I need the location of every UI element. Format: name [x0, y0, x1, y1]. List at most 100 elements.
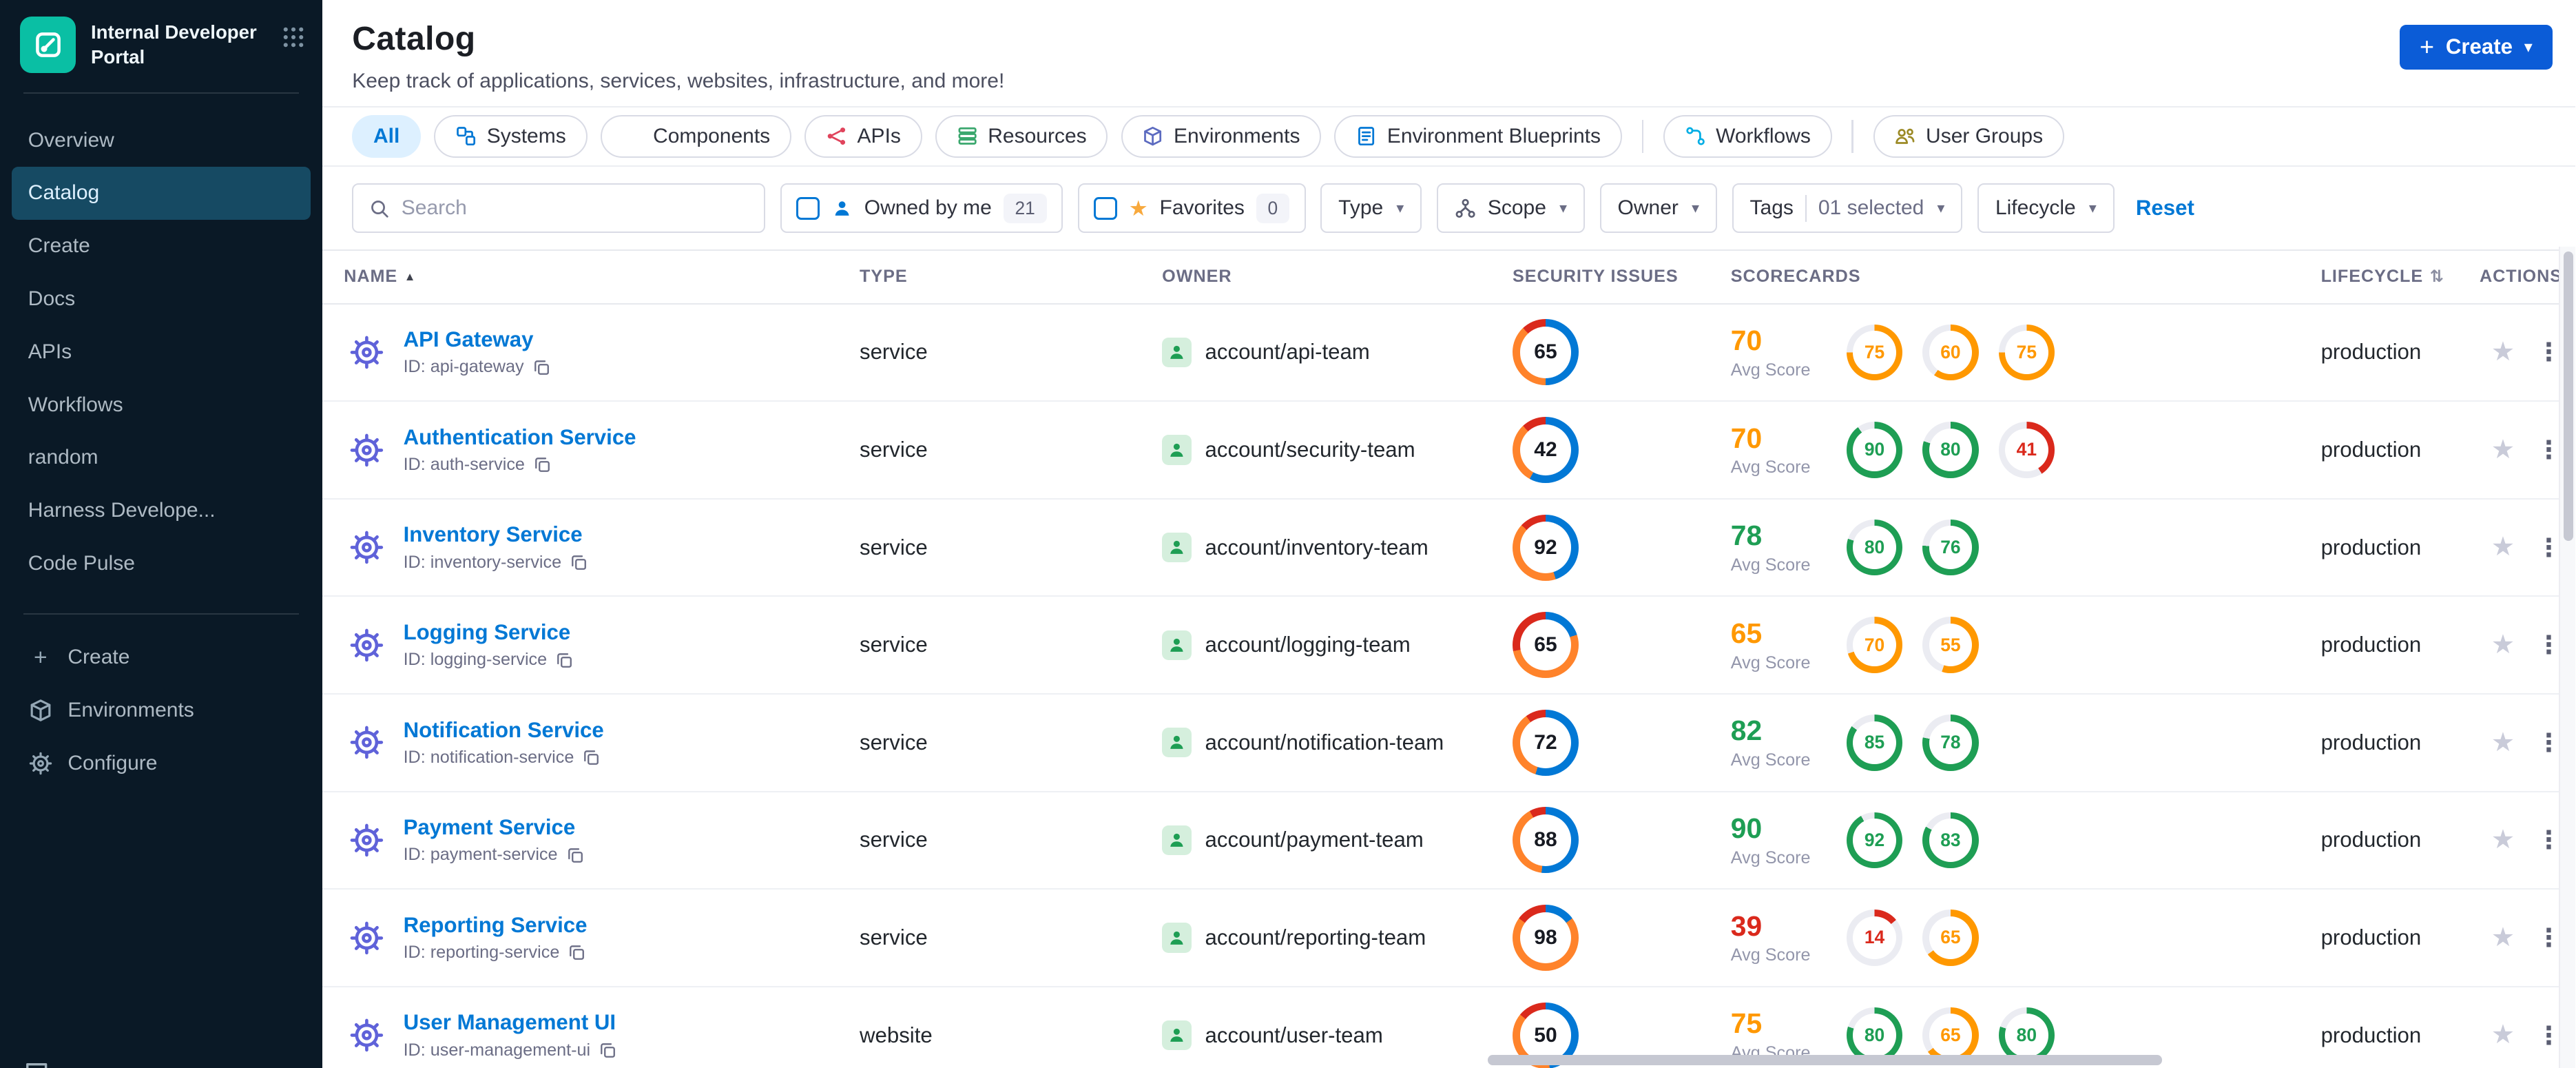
filter-lifecycle-dropdown[interactable]: Lifecycle ▾ [1977, 183, 2115, 234]
security-issues-donut[interactable]: 65 [1512, 612, 1579, 679]
owner-name[interactable]: account/api-team [1205, 340, 1370, 364]
tab-systems[interactable]: Systems [434, 114, 588, 158]
owner-name[interactable]: account/security-team [1205, 438, 1415, 462]
sidebar-item-workflows[interactable]: Workflows [12, 378, 311, 431]
scorecard-ring[interactable]: 90 [1846, 422, 1903, 478]
filter-type-dropdown[interactable]: Type ▾ [1320, 183, 1422, 234]
scorecard-ring[interactable]: 60 [1922, 324, 1979, 381]
owner-name[interactable]: account/notification-team [1205, 730, 1444, 755]
scorecard-ring[interactable]: 92 [1846, 812, 1903, 869]
column-header-name[interactable]: NAME ▲ [344, 267, 860, 287]
search-input[interactable] [401, 196, 749, 220]
filter-tags-dropdown[interactable]: Tags 01 selected ▾ [1732, 183, 1963, 234]
favorite-star-button[interactable]: ★ [2491, 631, 2515, 658]
scorecard-ring[interactable]: 80 [1846, 519, 1903, 576]
sidebar-item-docs[interactable]: Docs [12, 273, 311, 326]
entity-name-link[interactable]: Logging Service [404, 620, 574, 645]
owner-name[interactable]: account/user-team [1205, 1023, 1383, 1048]
scorecard-ring[interactable]: 55 [1922, 617, 1979, 673]
row-menu-kebab-icon[interactable]: ⋮ [2536, 633, 2561, 657]
scorecard-ring[interactable]: 70 [1846, 617, 1903, 673]
row-menu-kebab-icon[interactable]: ⋮ [2536, 828, 2561, 852]
security-issues-donut[interactable]: 92 [1512, 514, 1579, 581]
scorecard-ring[interactable]: 75 [1846, 324, 1903, 381]
filter-owner-dropdown[interactable]: Owner ▾ [1599, 183, 1717, 234]
copy-icon[interactable] [566, 846, 584, 864]
favorite-star-button[interactable]: ★ [2491, 924, 2515, 951]
apps-grid-icon[interactable] [281, 25, 306, 50]
tab-user-groups[interactable]: User Groups [1873, 114, 2064, 158]
row-menu-kebab-icon[interactable]: ⋮ [2536, 437, 2561, 462]
favorite-star-button[interactable]: ★ [2491, 436, 2515, 463]
copy-icon[interactable] [599, 1041, 616, 1059]
sidebar-item-catalog[interactable]: Catalog [11, 166, 311, 220]
security-issues-donut[interactable]: 98 [1512, 904, 1579, 971]
entity-name-link[interactable]: Authentication Service [404, 425, 636, 450]
row-menu-kebab-icon[interactable]: ⋮ [2536, 340, 2561, 364]
scorecard-ring[interactable]: 85 [1846, 714, 1903, 771]
vertical-scrollbar-thumb[interactable] [2563, 251, 2574, 541]
favorite-star-button[interactable]: ★ [2491, 1022, 2515, 1048]
copy-icon[interactable] [570, 553, 588, 571]
column-header-lifecycle[interactable]: LIFECYCLE ⇅ [2321, 267, 2480, 287]
favorite-star-button[interactable]: ★ [2491, 534, 2515, 560]
sidebar-item-overview[interactable]: Overview [12, 114, 311, 167]
owner-name[interactable]: account/payment-team [1205, 828, 1424, 852]
favorites-filter[interactable]: ★ Favorites 0 [1077, 183, 1306, 234]
tab-apis[interactable]: APIs [804, 114, 922, 158]
sidebar-item-create[interactable]: Create [12, 220, 311, 273]
tab-environments[interactable]: Environments [1121, 114, 1322, 158]
owner-name[interactable]: account/inventory-team [1205, 535, 1429, 560]
row-menu-kebab-icon[interactable]: ⋮ [2536, 925, 2561, 950]
create-button[interactable]: + Create ▾ [2400, 24, 2553, 70]
entity-name-link[interactable]: Inventory Service [404, 522, 588, 547]
sidebar-bottom-item-environments[interactable]: Environments [12, 684, 311, 737]
scorecard-ring[interactable]: 80 [1922, 422, 1979, 478]
column-header-scorecards[interactable]: SCORECARDS [1731, 267, 2321, 287]
copy-icon[interactable] [533, 455, 551, 473]
copy-icon[interactable] [582, 748, 600, 766]
scorecard-ring[interactable]: 78 [1922, 714, 1979, 771]
sidebar-item-harness-develope[interactable]: Harness Develope... [12, 484, 311, 537]
vertical-scrollbar[interactable] [2559, 246, 2576, 1068]
security-issues-donut[interactable]: 72 [1512, 709, 1579, 776]
entity-name-link[interactable]: Payment Service [404, 815, 584, 840]
security-issues-donut[interactable]: 42 [1512, 416, 1579, 483]
copy-icon[interactable] [555, 651, 573, 669]
scorecard-ring[interactable]: 41 [1998, 422, 2055, 478]
copy-icon[interactable] [568, 943, 585, 961]
column-header-type[interactable]: TYPE [860, 267, 1162, 287]
row-menu-kebab-icon[interactable]: ⋮ [2536, 535, 2561, 560]
entity-name-link[interactable]: Reporting Service [404, 913, 588, 938]
scorecard-ring[interactable]: 65 [1922, 910, 1979, 966]
security-issues-donut[interactable]: 65 [1512, 319, 1579, 386]
tab-all[interactable]: All [352, 114, 422, 158]
owned-by-me-checkbox[interactable] [796, 196, 820, 220]
harness-idp-logo-icon[interactable] [19, 17, 76, 73]
tab-resources[interactable]: Resources [935, 114, 1108, 158]
filter-scope-dropdown[interactable]: Scope ▾ [1436, 183, 1585, 234]
favorite-star-button[interactable]: ★ [2491, 826, 2515, 853]
scorecard-ring[interactable]: 83 [1922, 812, 1979, 869]
owner-name[interactable]: account/reporting-team [1205, 925, 1426, 950]
security-issues-donut[interactable]: 88 [1512, 807, 1579, 874]
entity-name-link[interactable]: User Management UI [404, 1010, 617, 1035]
column-header-security-issues[interactable]: SECURITY ISSUES [1513, 267, 1731, 287]
owner-name[interactable]: account/logging-team [1205, 633, 1411, 657]
sidebar-item-code-pulse[interactable]: Code Pulse [12, 537, 311, 591]
search-box[interactable] [352, 183, 766, 234]
row-menu-kebab-icon[interactable]: ⋮ [2536, 1023, 2561, 1048]
owned-by-me-filter[interactable]: Owned by me 21 [780, 183, 1063, 234]
entity-name-link[interactable]: Notification Service [404, 718, 604, 743]
column-header-owner[interactable]: OWNER [1162, 267, 1513, 287]
scorecard-ring[interactable]: 14 [1846, 910, 1903, 966]
reset-filters-link[interactable]: Reset [2136, 196, 2194, 220]
favorite-star-button[interactable]: ★ [2491, 729, 2515, 756]
favorite-star-button[interactable]: ★ [2491, 338, 2515, 365]
copy-icon[interactable] [532, 358, 550, 376]
sidebar-footer-item[interactable] [23, 1058, 50, 1068]
horizontal-scrollbar-thumb[interactable] [1488, 1055, 2163, 1065]
scorecard-ring[interactable]: 75 [1998, 324, 2055, 381]
row-menu-kebab-icon[interactable]: ⋮ [2536, 730, 2561, 755]
column-header-actions[interactable]: ACTIONS [2480, 267, 2562, 287]
